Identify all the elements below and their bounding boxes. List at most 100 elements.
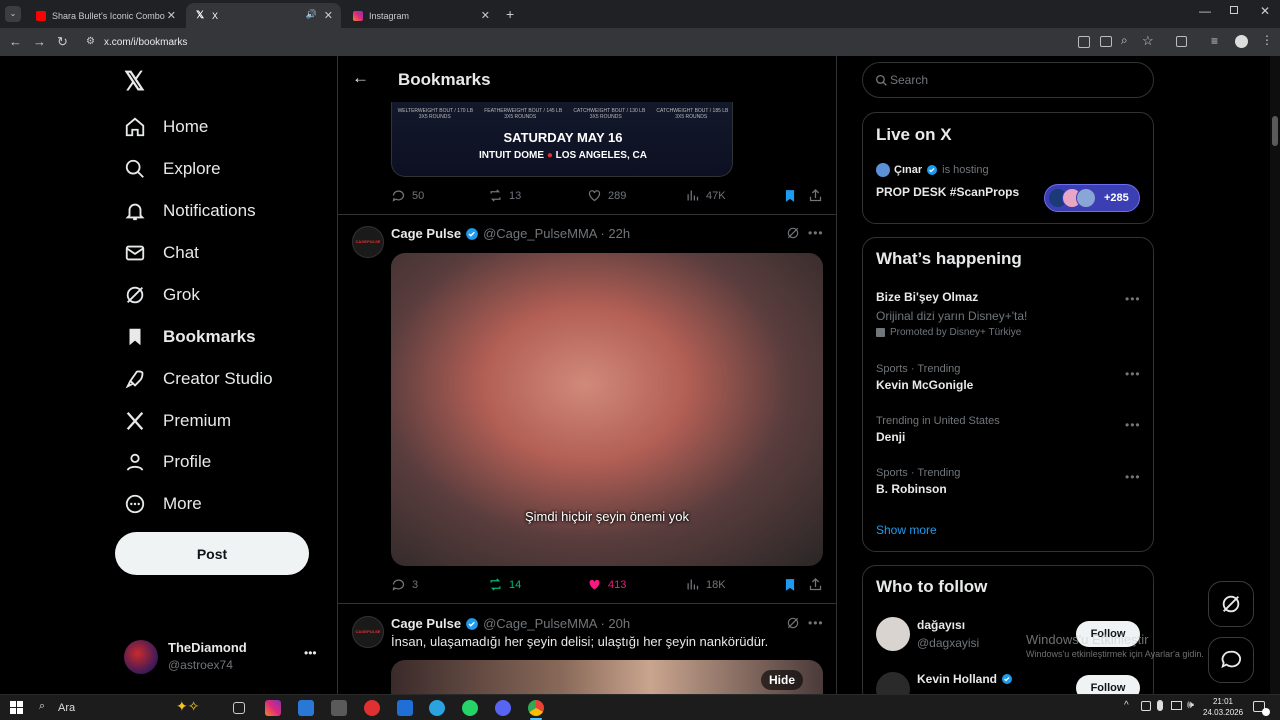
share-icon[interactable] — [808, 188, 823, 203]
trend-item[interactable]: Trending in United States Denji — [876, 415, 1142, 444]
forward-icon[interactable]: → — [33, 34, 46, 49]
author-name[interactable]: Cage Pulse — [391, 226, 461, 241]
reply-button[interactable]: 3 — [391, 577, 418, 592]
volume-icon[interactable]: 🕪 — [1187, 699, 1194, 712]
search-box[interactable]: Search — [862, 62, 1154, 98]
sidebar-item-more[interactable]: More — [124, 488, 202, 520]
bookmark-icon[interactable] — [783, 577, 797, 593]
trend-item[interactable]: Sports · Trending B. Robinson — [876, 467, 1142, 496]
author-handle[interactable]: @Cage_PulseMMA — [483, 226, 597, 241]
app-icon[interactable] — [364, 700, 380, 716]
sidebar-item-chat[interactable]: Chat — [124, 237, 199, 269]
share-icon[interactable] — [808, 577, 823, 592]
media-icon[interactable]: ≡ — [1211, 34, 1218, 48]
task-view-icon[interactable] — [233, 702, 245, 714]
host-name[interactable]: Çınar — [894, 164, 922, 176]
tab-search-button[interactable]: ⌄ — [5, 6, 21, 22]
grok-floating-button[interactable] — [1208, 581, 1254, 627]
menu-icon[interactable]: ⋮ — [1261, 33, 1273, 47]
trend-item[interactable]: Bize Bi'şey Olmaz Orijinal dizi yarın Di… — [876, 290, 1142, 338]
views-button[interactable]: 47K — [685, 188, 726, 203]
grok-icon[interactable] — [786, 616, 800, 630]
profile-icon[interactable] — [1235, 35, 1248, 48]
more-icon[interactable]: ••• — [808, 616, 824, 630]
speaker-icon[interactable]: 🔊 — [306, 9, 317, 20]
clock[interactable]: 21:01 24.03.2026 — [1203, 696, 1243, 718]
user-name[interactable]: dağayısı — [917, 618, 965, 632]
video-player[interactable]: Şimdi hiçbir şeyin önemi yok — [391, 253, 823, 566]
messages-floating-button[interactable] — [1208, 637, 1254, 683]
cast-icon[interactable] — [1100, 36, 1112, 47]
tray-chevron-icon[interactable]: ^ — [1124, 700, 1129, 711]
network-icon[interactable] — [1141, 701, 1151, 711]
discord-icon[interactable] — [495, 700, 511, 716]
post-time[interactable]: · 22h — [600, 226, 630, 241]
instagram-icon[interactable] — [265, 700, 281, 716]
space-title[interactable]: PROP DESK #ScanProps — [876, 185, 1019, 199]
listeners-pill[interactable]: +285 — [1044, 184, 1140, 212]
tab-x[interactable]: 𝕏 X 🔊 ✕ — [186, 3, 341, 28]
author-name[interactable]: Cage Pulse — [391, 616, 461, 631]
translate-icon[interactable] — [1078, 36, 1090, 48]
x-logo-icon[interactable]: 𝕏 — [124, 68, 145, 94]
zoom-icon[interactable]: ⌕ — [1121, 33, 1128, 48]
views-button[interactable]: 18K — [685, 577, 726, 592]
game-icon[interactable] — [331, 700, 347, 716]
post-media[interactable]: Hide — [391, 660, 823, 694]
chrome-icon[interactable] — [528, 700, 544, 716]
extensions-icon[interactable] — [1176, 36, 1187, 47]
minimize-button[interactable]: — — [1199, 4, 1211, 18]
restore-button[interactable] — [1230, 6, 1238, 14]
post-time[interactable]: · 20h — [600, 616, 630, 631]
windows-start-icon[interactable] — [10, 701, 23, 714]
tab-youtube[interactable]: Shara Bullet's Iconic Combo ✕ — [26, 3, 184, 28]
avatar[interactable] — [876, 617, 910, 651]
app-icon[interactable] — [397, 700, 413, 716]
more-icon[interactable]: ••• — [1125, 418, 1141, 432]
star-icon[interactable]: ☆ — [1142, 33, 1154, 49]
avatar[interactable]: CAGEPULSE — [352, 616, 384, 648]
post-button[interactable]: Post — [115, 532, 309, 575]
grok-icon[interactable] — [786, 226, 800, 240]
sidebar-item-profile[interactable]: Profile — [124, 446, 211, 478]
new-tab-button[interactable]: + — [506, 6, 514, 22]
reload-icon[interactable]: ↻ — [57, 34, 68, 50]
sidebar-item-home[interactable]: Home — [124, 111, 208, 143]
site-info-icon[interactable]: ⚙ — [86, 36, 98, 48]
account-switcher[interactable]: TheDiamond @astroex74 ••• — [120, 636, 325, 676]
telegram-icon[interactable] — [429, 700, 445, 716]
trend-item[interactable]: Sports · Trending Kevin McGonigle — [876, 363, 1142, 392]
more-icon[interactable]: ••• — [1125, 470, 1141, 484]
taskbar-search[interactable]: ⌕ Ara ✦✧ — [34, 697, 224, 719]
close-window-button[interactable]: ✕ — [1260, 4, 1270, 18]
avatar[interactable]: CAGEPULSE — [352, 226, 384, 258]
close-icon[interactable]: ✕ — [324, 9, 333, 22]
repost-button[interactable]: 14 — [488, 577, 521, 592]
sidebar-item-explore[interactable]: Explore — [124, 153, 221, 185]
more-icon[interactable]: ••• — [808, 226, 824, 240]
more-icon[interactable]: ••• — [1125, 292, 1141, 306]
tab-instagram[interactable]: Instagram ✕ — [343, 3, 498, 28]
close-icon[interactable]: ✕ — [481, 9, 490, 22]
display-icon[interactable] — [1171, 701, 1182, 710]
outlook-icon[interactable] — [298, 700, 314, 716]
like-button[interactable]: 413 — [587, 577, 626, 592]
sidebar-item-premium[interactable]: Premium — [124, 405, 231, 437]
whatsapp-icon[interactable] — [462, 700, 478, 716]
author-handle[interactable]: @Cage_PulseMMA — [483, 616, 597, 631]
mic-icon[interactable] — [1157, 700, 1163, 711]
like-button[interactable]: 289 — [587, 188, 626, 203]
more-icon[interactable]: ••• — [1125, 367, 1141, 381]
back-icon[interactable]: ← — [9, 34, 22, 49]
sidebar-item-grok[interactable]: Grok — [124, 279, 200, 311]
back-arrow-icon[interactable]: ← — [352, 68, 369, 88]
reply-button[interactable]: 50 — [391, 188, 424, 203]
show-more-link[interactable]: Show more — [876, 523, 937, 537]
scrollbar-track[interactable] — [1270, 56, 1280, 694]
sidebar-item-notifications[interactable]: Notifications — [124, 195, 256, 227]
user-name[interactable]: Kevin Holland — [917, 672, 997, 686]
more-icon[interactable]: ••• — [304, 646, 317, 660]
bookmark-icon[interactable] — [783, 188, 797, 204]
sidebar-item-creator-studio[interactable]: Creator Studio — [124, 363, 273, 395]
hide-button[interactable]: Hide — [761, 670, 804, 690]
